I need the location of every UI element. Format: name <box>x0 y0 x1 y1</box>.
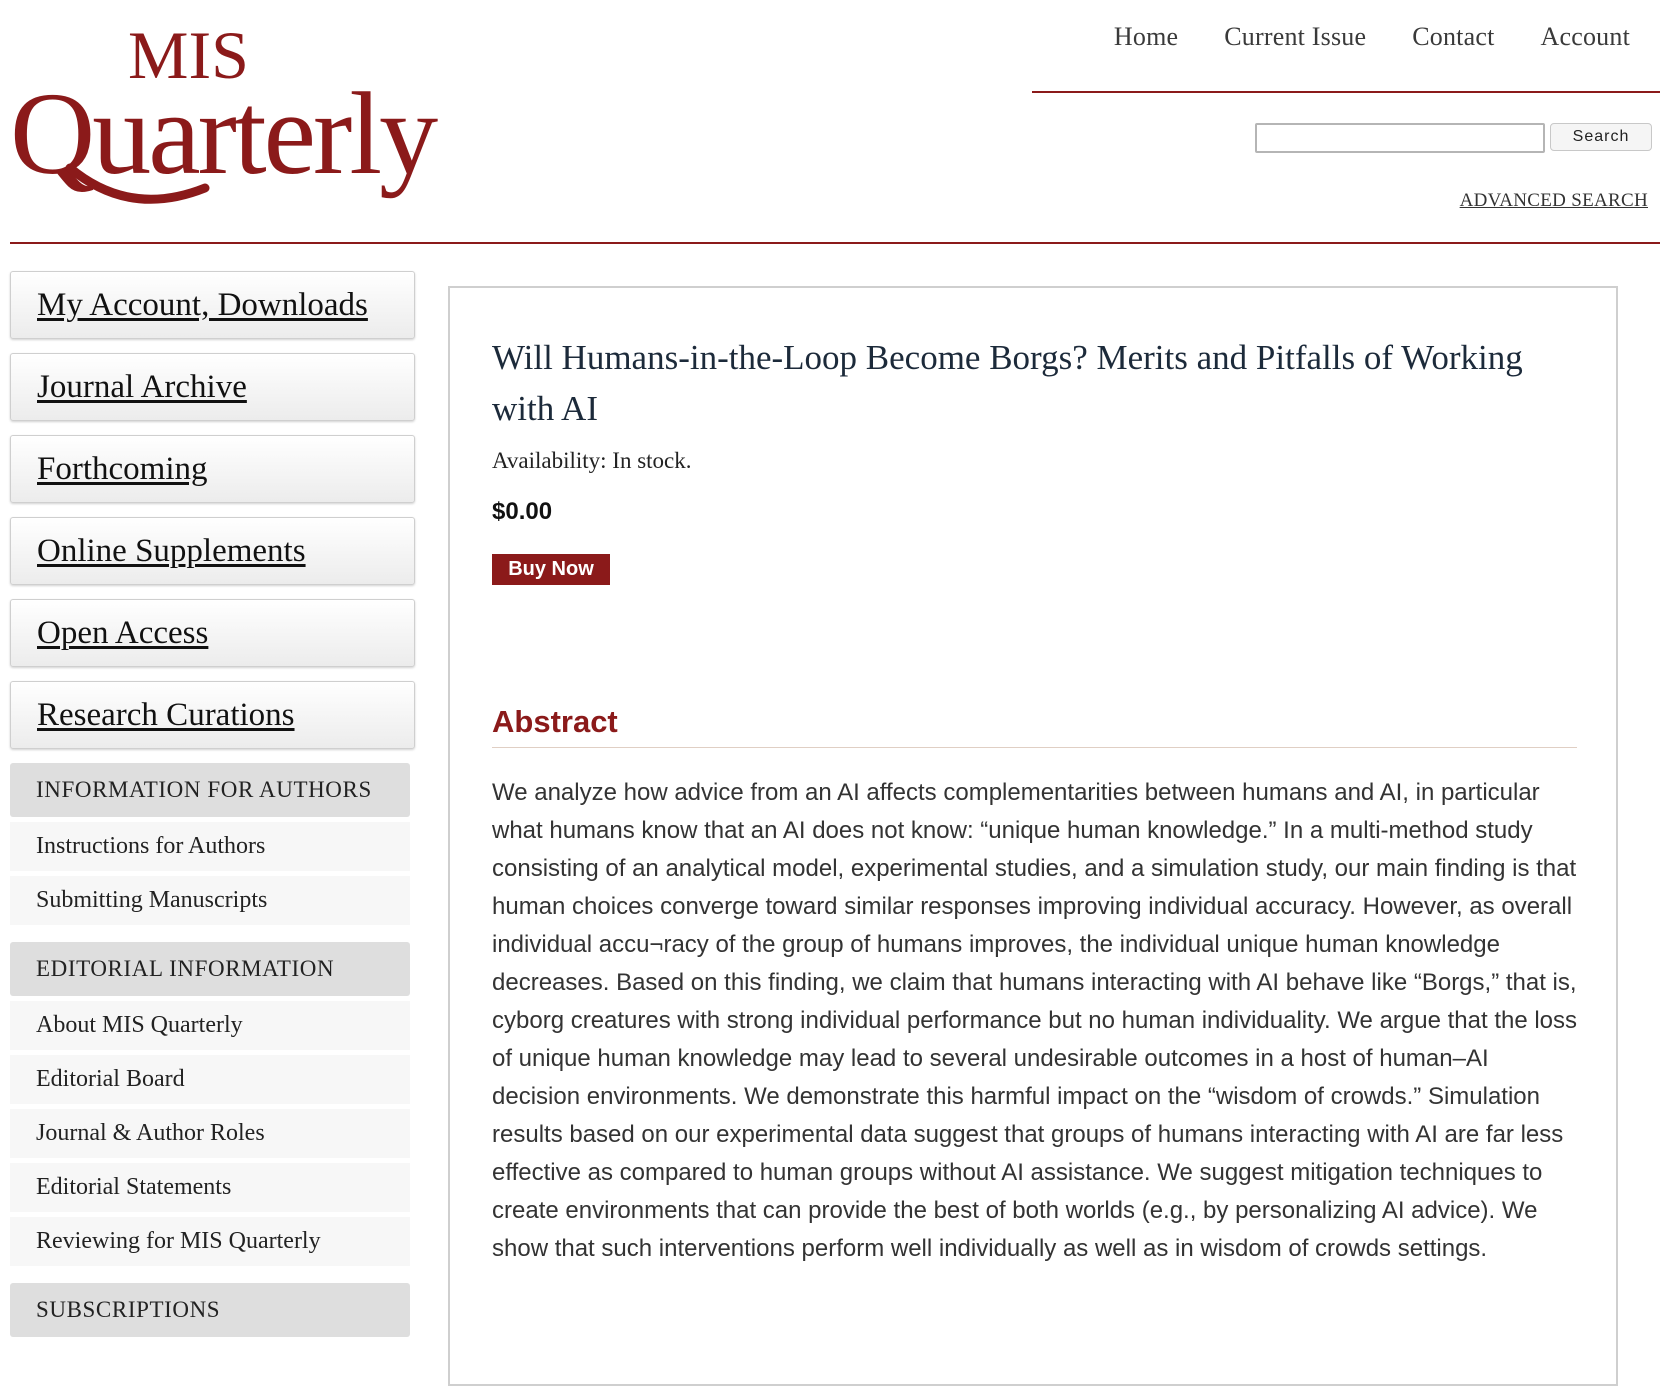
sidebar-section-authors: INFORMATION FOR AUTHORS Instructions for… <box>10 763 415 925</box>
sidebar-button-my-account[interactable]: My Account, Downloads <box>10 271 415 339</box>
nav-account[interactable]: Account <box>1541 22 1630 52</box>
sidebar-button-open-access[interactable]: Open Access <box>10 599 415 667</box>
sidebar-link-statements[interactable]: Editorial Statements <box>10 1163 410 1212</box>
nav-divider <box>1032 91 1660 93</box>
sidebar-section-subscriptions: SUBSCRIPTIONS <box>10 1283 415 1337</box>
buy-now-button[interactable]: Buy Now <box>492 554 610 585</box>
search-button[interactable]: Search <box>1550 123 1652 151</box>
abstract-heading: Abstract <box>492 704 618 739</box>
abstract-divider <box>492 747 1577 748</box>
sidebar-button-online-supplements[interactable]: Online Supplements <box>10 517 415 585</box>
sidebar: My Account, Downloads Journal Archive Fo… <box>10 271 415 1354</box>
sidebar-section-editorial: EDITORIAL INFORMATION About MIS Quarterl… <box>10 942 415 1266</box>
header-divider <box>10 242 1660 244</box>
sidebar-button-research-curations[interactable]: Research Curations <box>10 681 415 749</box>
sidebar-button-label: Open Access <box>37 614 209 651</box>
sidebar-link-editorial-board[interactable]: Editorial Board <box>10 1055 410 1104</box>
sidebar-link-instructions[interactable]: Instructions for Authors <box>10 822 410 871</box>
search-input[interactable] <box>1255 123 1545 153</box>
top-nav: Home Current Issue Contact Account <box>1068 22 1630 52</box>
logo-quarterly-text: Quarterly <box>10 68 438 199</box>
article-title: Will Humans-in-the-Loop Become Borgs? Me… <box>492 338 1523 428</box>
sidebar-button-label: Journal Archive <box>37 368 247 405</box>
sidebar-section-header: EDITORIAL INFORMATION <box>10 942 410 996</box>
sidebar-button-label: Forthcoming <box>37 450 208 487</box>
sidebar-button-forthcoming[interactable]: Forthcoming <box>10 435 415 503</box>
sidebar-link-submitting[interactable]: Submitting Manuscripts <box>10 876 410 925</box>
sidebar-link-about[interactable]: About MIS Quarterly <box>10 1001 410 1050</box>
nav-home[interactable]: Home <box>1114 22 1178 52</box>
nav-contact[interactable]: Contact <box>1412 22 1494 52</box>
abstract-text: We analyze how advice from an AI affects… <box>492 779 1578 1262</box>
sidebar-button-label: Research Curations <box>37 696 295 733</box>
mis-quarterly-logo[interactable]: MIS Quarterly <box>10 18 510 208</box>
sidebar-button-label: My Account, Downloads <box>37 286 368 323</box>
sidebar-section-header: INFORMATION FOR AUTHORS <box>10 763 410 817</box>
sidebar-link-roles[interactable]: Journal & Author Roles <box>10 1109 410 1158</box>
advanced-search-link[interactable]: ADVANCED SEARCH <box>1460 190 1648 212</box>
sidebar-button-journal-archive[interactable]: Journal Archive <box>10 353 415 421</box>
product-panel: Will Humans-in-the-Loop Become Borgs? Me… <box>448 286 1618 1386</box>
sidebar-link-reviewing[interactable]: Reviewing for MIS Quarterly <box>10 1217 410 1266</box>
nav-current-issue[interactable]: Current Issue <box>1224 22 1366 52</box>
sidebar-button-label: Online Supplements <box>37 532 306 569</box>
availability-status: Availability: In stock. <box>492 448 692 473</box>
price: $0.00 <box>492 498 553 525</box>
sidebar-section-header[interactable]: SUBSCRIPTIONS <box>10 1283 410 1337</box>
